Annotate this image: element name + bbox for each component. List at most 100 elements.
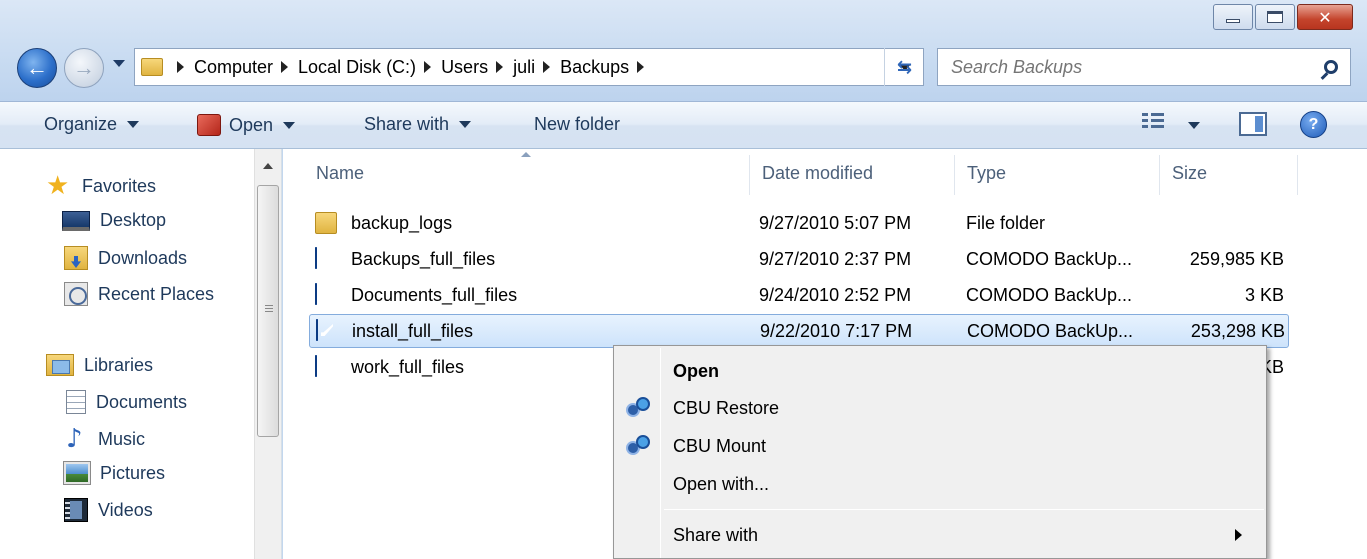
menu-item-label: CBU Restore (673, 397, 780, 418)
music-icon: ♪ (66, 424, 83, 454)
forward-button[interactable]: → (64, 48, 104, 88)
sidebar-item-music[interactable]: ♪ Music (66, 426, 145, 452)
pictures-icon (63, 461, 91, 485)
sidebar-item-label: Music (98, 428, 146, 449)
forward-arrow-icon: → (73, 55, 95, 80)
file-date: 9/24/2010 2:52 PM (759, 285, 912, 305)
maximize-button[interactable] (1255, 4, 1295, 30)
chevron-down-icon (283, 121, 296, 129)
recent-places-icon (64, 282, 88, 306)
search-box[interactable] (937, 48, 1351, 86)
breadcrumb-backups[interactable]: Backups (560, 57, 629, 78)
submenu-arrow-icon (1235, 529, 1242, 541)
file-date: 9/27/2010 2:37 PM (759, 249, 912, 269)
file-row-backup-logs[interactable]: backup_logs 9/27/2010 5:07 PM File folde… (309, 207, 1289, 241)
column-header-size[interactable]: Size (1172, 163, 1207, 184)
column-divider[interactable] (1297, 155, 1298, 195)
breadcrumb-separator-icon[interactable] (281, 61, 289, 73)
sidebar-item-label: Downloads (98, 247, 188, 268)
sidebar-item-videos[interactable]: Videos (64, 498, 153, 522)
navigation-scrollbar[interactable] (254, 149, 281, 559)
search-icon[interactable] (1324, 60, 1338, 74)
sidebar-item-pictures[interactable]: Pictures (63, 461, 166, 485)
open-button[interactable]: Open (197, 114, 296, 136)
sidebar-item-label: Documents (96, 391, 188, 412)
back-arrow-icon: ← (26, 55, 48, 80)
breadcrumb-separator-icon[interactable] (496, 61, 504, 73)
context-menu: Open CBU Restore CBU Mount Open with... … (613, 345, 1267, 559)
sidebar-item-recent-places[interactable]: Recent Places (64, 282, 214, 306)
file-size: 3 KB (1244, 285, 1284, 305)
cbu-file-icon (316, 319, 318, 341)
documents-icon (66, 390, 86, 414)
file-row-install-full-files[interactable]: install_full_files 9/22/2010 7:17 PM COM… (309, 314, 1289, 348)
column-header-type[interactable]: Type (967, 163, 1006, 184)
title-bar: ✕ ← → Computer Local Disk (C:) Users jul… (0, 0, 1367, 102)
view-options-dropdown-icon[interactable] (1188, 122, 1200, 129)
menu-item-label: Share with (673, 524, 759, 545)
breadcrumb-local-disk[interactable]: Local Disk (C:) (298, 57, 416, 78)
file-name: work_full_files (351, 357, 465, 377)
sidebar-item-libraries[interactable]: Libraries (46, 354, 153, 376)
close-button[interactable]: ✕ (1297, 4, 1353, 30)
share-with-label: Share with (364, 114, 450, 134)
file-name: Backups_full_files (351, 249, 496, 269)
breadcrumb-juli[interactable]: juli (513, 57, 535, 78)
file-row-documents-full-files[interactable]: Documents_full_files 9/24/2010 2:52 PM C… (309, 279, 1289, 313)
menu-item-cbu-mount[interactable]: CBU Mount (616, 429, 1264, 463)
column-divider[interactable] (749, 155, 750, 195)
folder-icon (141, 58, 163, 76)
refresh-button[interactable]: ⇆ (884, 48, 924, 86)
videos-icon (64, 498, 88, 522)
file-date: 9/27/2010 5:07 PM (759, 213, 912, 233)
help-icon[interactable]: ? (1300, 111, 1327, 138)
address-bar[interactable]: Computer Local Disk (C:) Users juli Back… (134, 48, 924, 86)
breadcrumb-separator-icon[interactable] (424, 61, 432, 73)
new-folder-button[interactable]: New folder (534, 114, 620, 135)
file-type: COMODO BackUp... (967, 321, 1134, 341)
breadcrumb-separator-icon[interactable] (637, 61, 645, 73)
share-with-button[interactable]: Share with (364, 114, 472, 135)
menu-item-share-with[interactable]: Share with (616, 518, 1264, 552)
minimize-icon (1226, 19, 1240, 23)
sidebar-item-downloads[interactable]: Downloads (64, 246, 187, 270)
breadcrumb-computer[interactable]: Computer (194, 57, 273, 78)
breadcrumb-separator-icon[interactable] (177, 61, 184, 73)
minimize-button[interactable] (1213, 4, 1253, 30)
search-input[interactable] (951, 56, 1311, 78)
sidebar-item-desktop[interactable]: Desktop (62, 210, 166, 231)
sort-ascending-icon (521, 152, 531, 157)
recent-pages-dropdown[interactable] (113, 60, 125, 67)
organize-button[interactable]: Organize (44, 114, 140, 135)
grip-icon (265, 305, 273, 314)
column-header-name[interactable]: Name (316, 163, 364, 184)
maximize-icon (1267, 11, 1283, 23)
menu-item-label: CBU Mount (673, 435, 767, 456)
file-row-backups-full-files[interactable]: Backups_full_files 9/27/2010 2:37 PM COM… (309, 243, 1289, 277)
file-date: 9/22/2010 7:17 PM (760, 321, 913, 341)
menu-item-label: Open (673, 360, 720, 381)
libraries-icon (46, 354, 74, 376)
breadcrumb-users[interactable]: Users (441, 57, 488, 78)
navigation-pane: ★ Favorites Desktop Downloads Recent Pla… (0, 149, 282, 559)
preview-pane-icon[interactable] (1239, 112, 1267, 136)
file-name: backup_logs (351, 213, 453, 233)
sidebar-item-label: Favorites (82, 175, 157, 196)
menu-item-cbu-restore[interactable]: CBU Restore (616, 391, 1264, 425)
menu-item-open-with[interactable]: Open with... (616, 467, 1264, 501)
sidebar-item-favorites[interactable]: ★ Favorites (46, 173, 156, 199)
change-view-icon[interactable] (1142, 113, 1164, 131)
column-divider[interactable] (954, 155, 955, 195)
sidebar-item-documents[interactable]: Documents (66, 390, 187, 414)
desktop-icon (62, 210, 90, 231)
scrollbar-thumb[interactable] (257, 185, 279, 437)
sidebar-item-label: Pictures (100, 462, 166, 483)
scroll-up-icon[interactable] (263, 163, 273, 169)
column-divider[interactable] (1159, 155, 1160, 195)
cbu-restore-icon (626, 397, 652, 421)
breadcrumb-separator-icon[interactable] (543, 61, 551, 73)
column-header-date-modified[interactable]: Date modified (762, 163, 873, 184)
menu-item-open[interactable]: Open (616, 354, 1264, 388)
file-type: COMODO BackUp... (966, 285, 1133, 305)
back-button[interactable]: ← (17, 48, 57, 88)
